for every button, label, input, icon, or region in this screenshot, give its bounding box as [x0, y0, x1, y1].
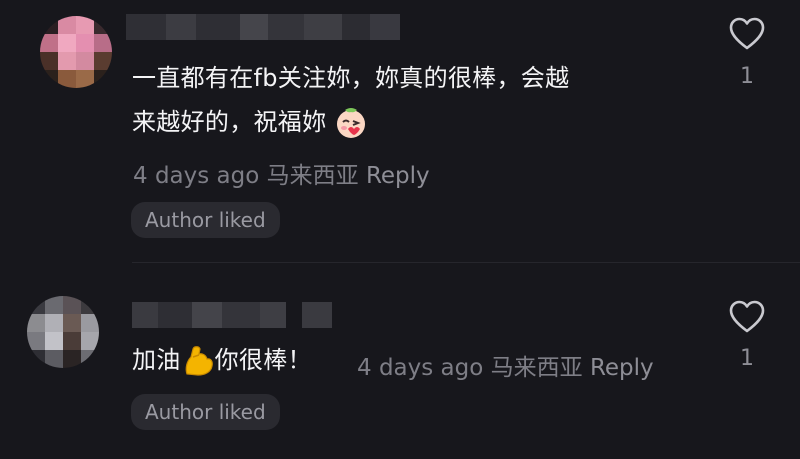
heart-icon[interactable]	[729, 300, 765, 334]
location: 马来西亚	[266, 163, 359, 189]
comment-meta: 4 days ago 马来西亚 Reply	[133, 156, 430, 190]
comment-item: 加油 你很棒！ 4 days ago 马来西亚 Reply Author lik…	[0, 262, 800, 459]
reply-button[interactable]: Reply	[590, 355, 654, 381]
comment-text-line1: 一直都有在fb关注妳，妳真的很棒，会越	[132, 64, 570, 92]
location: 马来西亚	[490, 355, 583, 381]
comment-text-line2: 来越好的，祝福妳	[132, 100, 692, 144]
comment-meta: 4 days ago 马来西亚 Reply	[357, 348, 654, 382]
comment-text: 加油 你很棒！	[132, 338, 312, 382]
avatar[interactable]	[40, 16, 112, 88]
username-blurred[interactable]	[126, 14, 400, 40]
username-blurred[interactable]	[132, 302, 332, 328]
reply-button[interactable]: Reply	[366, 163, 430, 189]
author-liked-badge: Author liked	[131, 394, 280, 430]
comment-item: 一直都有在fb关注妳，妳真的很棒，会越 来越好的，祝福妳 4 days ago …	[0, 0, 800, 262]
timestamp: 4 days ago	[357, 355, 484, 381]
flexed-biceps-emoji	[185, 346, 213, 376]
avatar[interactable]	[27, 296, 99, 368]
like-count: 1	[740, 64, 754, 89]
like-count: 1	[740, 346, 754, 371]
heart-icon[interactable]	[729, 17, 765, 51]
timestamp: 4 days ago	[133, 163, 260, 189]
author-liked-badge: Author liked	[131, 202, 280, 238]
blushing-face-emoji	[337, 108, 366, 138]
comment-text: 一直都有在fb关注妳，妳真的很棒，会越 来越好的，祝福妳	[132, 56, 692, 144]
